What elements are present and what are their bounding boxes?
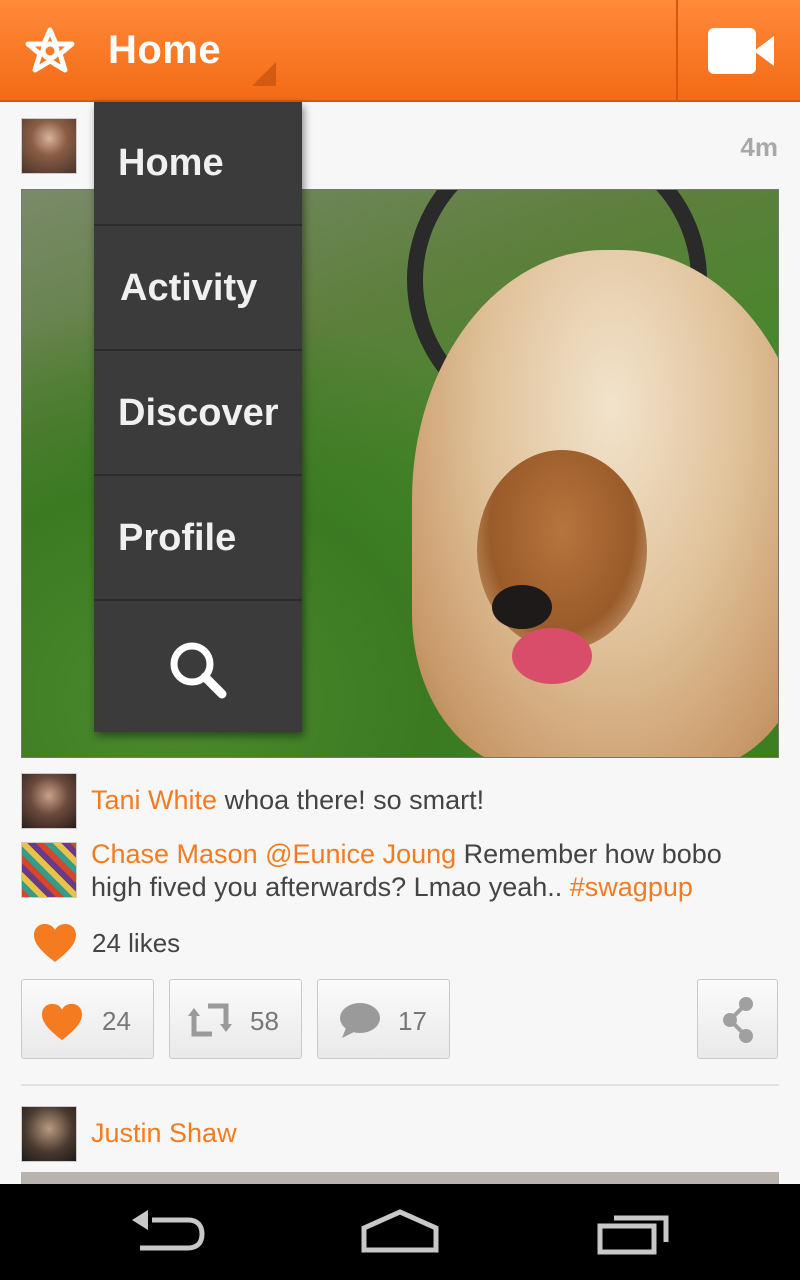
vine-flower-icon[interactable] bbox=[22, 24, 78, 80]
post-photo[interactable] bbox=[21, 1172, 779, 1184]
comment-item: Chase Mason @Eunice Joung Remember how b… bbox=[91, 838, 761, 904]
dropdown-item-activity[interactable]: Activity bbox=[94, 227, 302, 351]
comment-item: Tani White whoa there! so smart! bbox=[91, 784, 771, 817]
dog-nose bbox=[492, 585, 552, 629]
post-author-avatar[interactable] bbox=[21, 118, 77, 174]
post-time: 4m bbox=[740, 132, 778, 162]
post-separator bbox=[21, 1084, 779, 1086]
like-count: 24 bbox=[102, 1006, 131, 1036]
camera-button[interactable] bbox=[678, 0, 800, 100]
video-camera-lens-icon bbox=[754, 36, 774, 66]
share-button[interactable] bbox=[697, 979, 778, 1059]
search-icon bbox=[170, 642, 227, 699]
navigation-dropdown: Home Activity Discover Profile bbox=[94, 102, 302, 732]
dropdown-item-label: Home bbox=[118, 142, 224, 184]
dropdown-indicator[interactable] bbox=[252, 62, 276, 86]
dropdown-search-button[interactable] bbox=[94, 602, 302, 732]
comment-mention[interactable]: @Eunice Joung bbox=[265, 839, 456, 869]
dropdown-item-label: Discover bbox=[118, 392, 279, 434]
dropdown-item-profile[interactable]: Profile bbox=[94, 477, 302, 601]
dropdown-item-label: Activity bbox=[120, 267, 258, 309]
revine-button[interactable]: 58 bbox=[169, 979, 302, 1059]
dropdown-item-discover[interactable]: Discover bbox=[94, 352, 302, 476]
comment-avatar[interactable] bbox=[21, 842, 77, 898]
comment-bubble-icon bbox=[340, 1003, 380, 1038]
page-title[interactable]: Home bbox=[108, 28, 221, 73]
video-camera-icon bbox=[708, 28, 756, 74]
back-icon[interactable] bbox=[128, 1208, 208, 1258]
share-icon bbox=[723, 997, 753, 1043]
recent-apps-icon[interactable] bbox=[596, 1208, 676, 1258]
comment-hashtag[interactable]: #swagpup bbox=[570, 872, 693, 902]
revine-icon bbox=[188, 1003, 232, 1037]
likes-count-text: 24 likes bbox=[92, 928, 181, 958]
post-author-name[interactable]: Justin Shaw bbox=[91, 1118, 237, 1149]
comment-button[interactable]: 17 bbox=[317, 979, 450, 1059]
like-button[interactable]: 24 bbox=[21, 979, 154, 1059]
app-screen: Home 4m Tani White whoa there! so smart!… bbox=[0, 0, 800, 1280]
comment-count: 17 bbox=[398, 1006, 427, 1036]
dropdown-item-label: Profile bbox=[118, 517, 237, 559]
post-author-avatar[interactable] bbox=[21, 1106, 77, 1162]
dog-tongue bbox=[512, 628, 592, 684]
heart-icon bbox=[42, 1003, 82, 1041]
home-icon[interactable] bbox=[360, 1208, 440, 1258]
comment-author[interactable]: Chase Mason bbox=[91, 839, 258, 869]
comment-avatar[interactable] bbox=[21, 773, 77, 829]
revine-count: 58 bbox=[250, 1006, 279, 1036]
comment-text: whoa there! so smart! bbox=[217, 785, 485, 815]
comment-author[interactable]: Tani White bbox=[91, 785, 217, 815]
action-bar: Home bbox=[0, 0, 800, 102]
heart-icon bbox=[34, 924, 76, 962]
system-navigation-bar bbox=[0, 1184, 800, 1280]
dropdown-item-home[interactable]: Home bbox=[94, 102, 302, 226]
